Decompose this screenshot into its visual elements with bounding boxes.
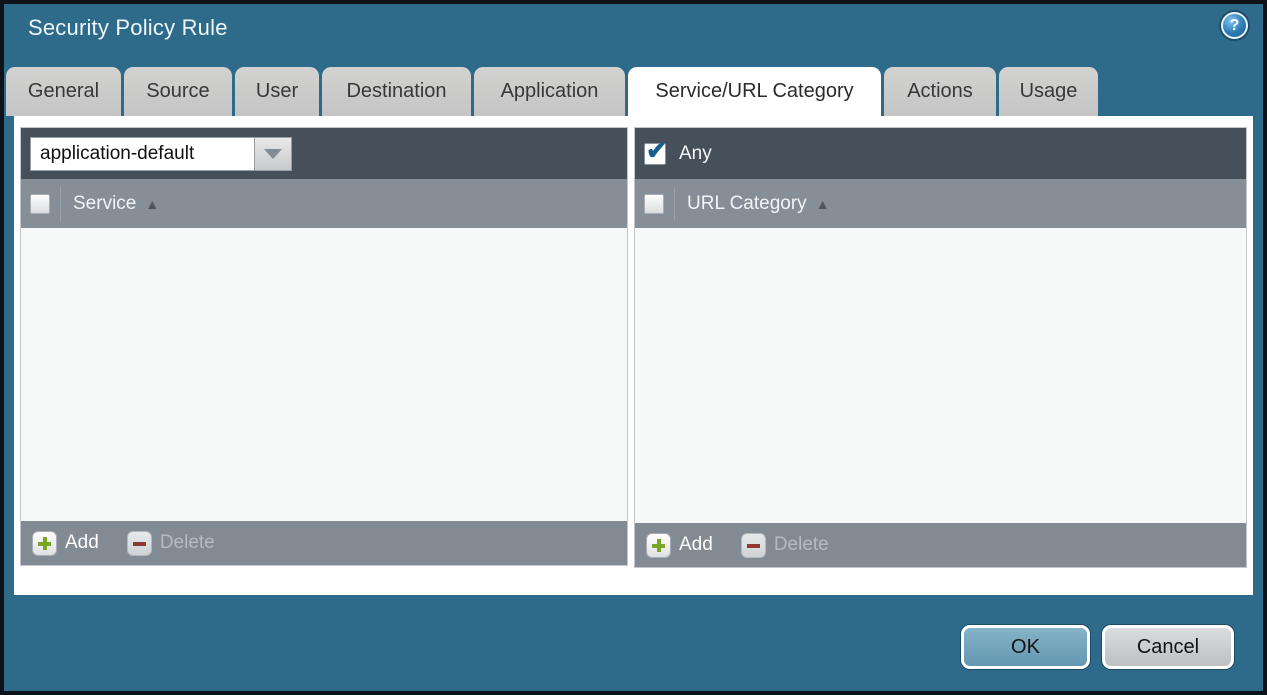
url-category-footer: Add Delete [635,523,1246,567]
chevron-down-icon [264,149,282,159]
cancel-button[interactable]: Cancel [1102,625,1234,669]
service-select-all-checkbox[interactable] [30,194,50,214]
any-checkbox[interactable]: ✔ [644,143,666,165]
service-column-header-row: Service ▲ [21,179,627,228]
ok-button[interactable]: OK [961,625,1090,669]
service-add-button[interactable]: Add [32,531,99,556]
tab-usage[interactable]: Usage [999,67,1098,116]
help-icon[interactable]: ? [1221,12,1248,39]
sort-ascending-icon: ▲ [816,196,830,212]
help-glyph: ? [1230,17,1240,35]
tab-application[interactable]: Application [474,67,625,116]
service-delete-button[interactable]: Delete [127,531,215,556]
tab-source[interactable]: Source [124,67,232,116]
tab-destination[interactable]: Destination [322,67,471,116]
service-list [21,228,627,521]
url-category-column-header[interactable]: URL Category ▲ [687,193,830,215]
url-category-list [635,228,1246,523]
add-plus-icon [32,531,57,556]
checkmark-icon: ✔ [646,136,667,166]
column-divider [60,187,61,221]
delete-minus-icon [127,531,152,556]
tab-service-url-category[interactable]: Service/URL Category [628,67,881,116]
sort-ascending-icon: ▲ [145,196,159,212]
url-category-panel: ✔ Any URL Category ▲ Add Delete [634,127,1247,568]
tab-user[interactable]: User [235,67,319,116]
url-category-select-all-checkbox[interactable] [644,194,664,214]
url-category-add-button[interactable]: Add [646,533,713,558]
security-policy-rule-dialog: Security Policy Rule ? General Source Us… [0,0,1267,695]
column-divider [674,187,675,221]
service-type-dropdown-button[interactable] [255,137,292,171]
any-checkbox-label: Any [679,143,712,165]
url-category-toolbar: ✔ Any [635,128,1246,179]
dialog-title: Security Policy Rule [28,15,228,41]
tab-bar: General Source User Destination Applicat… [6,67,1101,116]
service-type-dropdown[interactable]: application-default [30,137,292,171]
service-type-dropdown-value[interactable]: application-default [30,137,255,171]
service-footer: Add Delete [21,521,627,565]
service-panel: application-default Service ▲ Add Delete [20,127,628,566]
url-category-column-header-row: URL Category ▲ [635,179,1246,228]
add-plus-icon [646,533,671,558]
tab-actions[interactable]: Actions [884,67,996,116]
tab-general[interactable]: General [6,67,121,116]
service-column-header[interactable]: Service ▲ [73,193,159,215]
delete-minus-icon [741,533,766,558]
service-toolbar: application-default [21,128,627,179]
url-category-delete-button[interactable]: Delete [741,533,829,558]
